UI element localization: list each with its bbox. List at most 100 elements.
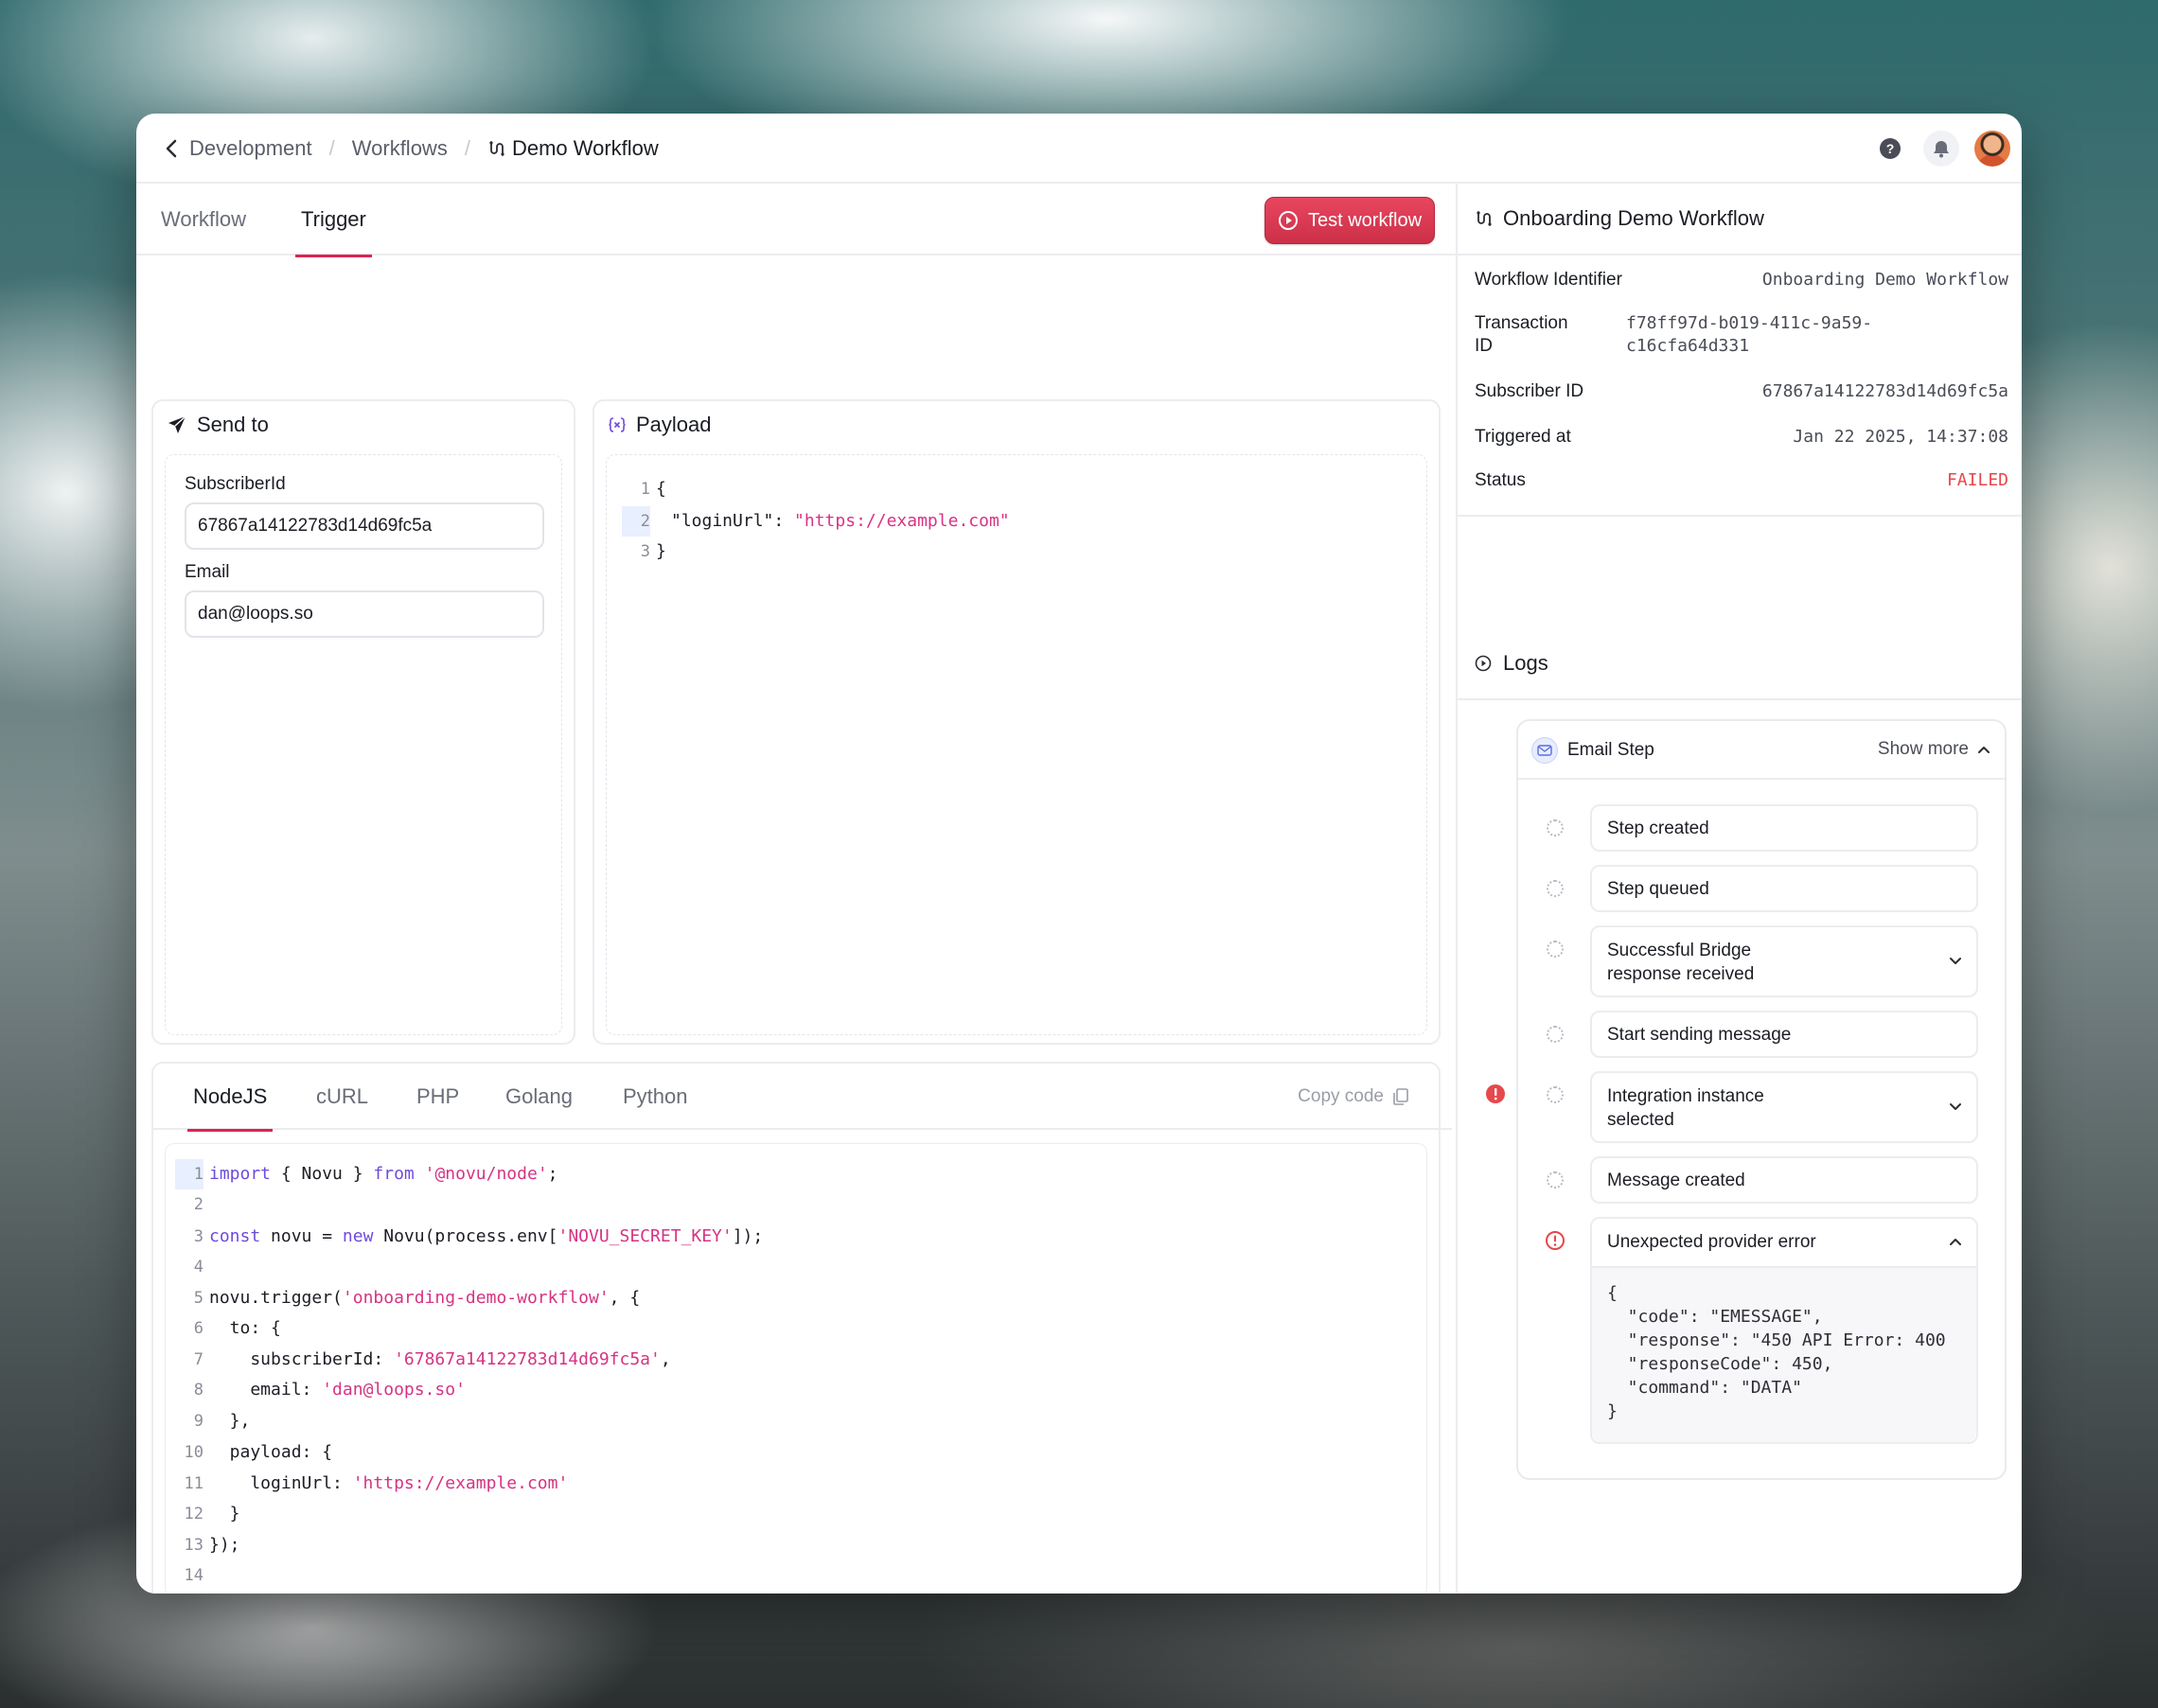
log-step-label: Successful Bridge response received	[1607, 939, 1754, 986]
transaction-id-value: f78ff97d-b019-411c-9a59- c16cfa64d331	[1626, 312, 1872, 358]
main-area: Workflow Trigger Test workflow Send to S…	[136, 184, 1456, 1594]
code-text: ;	[547, 1164, 558, 1184]
app-window: Development / Workflows / Demo Workflow …	[136, 114, 2022, 1594]
email-step-card: Email Step Show more Step created Step q…	[1486, 719, 2007, 1480]
email-field[interactable]: dan@loops.so	[185, 590, 544, 638]
code-text: ,	[660, 1349, 671, 1369]
line-number: 11	[184, 1474, 203, 1493]
help-icon[interactable]: ?	[1872, 131, 1908, 167]
test-workflow-label: Test workflow	[1307, 209, 1423, 231]
step-status-icon	[1547, 1026, 1564, 1043]
error-details: { "code": "EMESSAGE", "response": "450 A…	[1592, 1266, 1976, 1442]
subscriber-id-label: Subscriber ID	[1475, 381, 1584, 401]
avatar[interactable]	[1974, 131, 2010, 167]
code-text: ]);	[732, 1226, 764, 1246]
log-step-label: Step created	[1607, 819, 1709, 838]
triggered-at-label: Triggered at	[1475, 427, 1571, 447]
transaction-label-line: Transaction	[1475, 313, 1568, 333]
transaction-id-label: Transaction ID	[1475, 312, 1568, 358]
line-number: 4	[193, 1258, 203, 1277]
log-step-label-line: response received	[1607, 964, 1755, 984]
workflow-icon	[489, 141, 504, 156]
error-icon	[1486, 1084, 1505, 1103]
breadcrumb-current-label: Demo Workflow	[511, 136, 659, 160]
code-snippet-card: NodeJS cURL PHP Golang Python Copy code …	[151, 1062, 1452, 1594]
line-number: 1	[640, 480, 650, 499]
execution-panel: Onboarding Demo Workflow Workflow Identi…	[1456, 184, 2022, 1594]
line-number: 2	[193, 1195, 203, 1214]
line-number: 3	[193, 1227, 203, 1246]
code-keyword: const	[209, 1226, 261, 1246]
log-step[interactable]: Step queued	[1590, 865, 1978, 912]
log-step-error[interactable]: Unexpected provider error { "code": "EME…	[1590, 1217, 1978, 1444]
play-circle-icon	[1278, 211, 1298, 230]
send-to-inner: SubscriberId 67867a14122783d14d69fc5a Em…	[165, 454, 562, 1035]
code-text: loginUrl:	[209, 1473, 353, 1493]
log-step-label-line: selected	[1607, 1110, 1674, 1130]
workflow-identifier-value: Onboarding Demo Workflow	[1761, 270, 2008, 290]
code-keyword: new	[342, 1226, 374, 1246]
breadcrumb-workflows[interactable]: Workflows	[352, 136, 448, 161]
breadcrumb-separator: /	[464, 136, 470, 160]
tab-curl[interactable]: cURL	[316, 1064, 368, 1130]
code-line: 3}	[622, 537, 666, 567]
code-text: novu =	[260, 1226, 343, 1246]
code-key: "loginUrl":	[671, 511, 795, 531]
chevron-down-icon[interactable]	[1948, 954, 1963, 969]
panel-title: Onboarding Demo Workflow	[1475, 206, 1764, 231]
log-step[interactable]: Successful Bridge response received	[1590, 925, 1978, 997]
log-step-label: Start sending message	[1607, 1025, 1792, 1045]
test-workflow-button[interactable]: Test workflow	[1265, 197, 1435, 244]
email-step-icon	[1531, 737, 1558, 764]
line-number: 6	[193, 1319, 203, 1338]
show-more-label: Show more	[1877, 739, 1969, 759]
payload-editor[interactable]: 1{ 2 "loginUrl": "https://example.com" 3}	[606, 454, 1427, 1035]
logs-header: Logs	[1475, 651, 1548, 676]
transaction-label-line: ID	[1475, 336, 1493, 356]
code-text: novu.trigger(	[209, 1288, 343, 1308]
back-icon[interactable]	[157, 134, 186, 163]
breadcrumb-development[interactable]: Development	[189, 136, 312, 161]
breadcrumb-separator: /	[328, 136, 335, 160]
code-text: subscriberId:	[209, 1349, 395, 1369]
panel-title-label: Onboarding Demo Workflow	[1503, 206, 1764, 230]
status-badge: FAILED	[1946, 470, 2008, 490]
subscriber-id-input[interactable]: 67867a14122783d14d69fc5a	[185, 502, 544, 550]
line-number: 8	[193, 1381, 203, 1400]
send-to-header: Send to	[167, 413, 269, 437]
log-step[interactable]: Step created	[1590, 804, 1978, 852]
log-step[interactable]: Integration instance selected	[1590, 1071, 1978, 1143]
svg-text:?: ?	[1886, 141, 1895, 156]
line-number: 12	[184, 1505, 203, 1523]
email-label: Email	[185, 562, 230, 582]
tab-trigger[interactable]: Trigger	[295, 184, 372, 257]
chevron-up-icon[interactable]	[1948, 1234, 1963, 1249]
step-status-icon	[1547, 819, 1564, 836]
copy-code-button[interactable]: Copy code	[1298, 1086, 1410, 1107]
tab-workflow[interactable]: Workflow	[161, 184, 246, 255]
log-step[interactable]: Message created	[1590, 1156, 1978, 1204]
tab-nodejs[interactable]: NodeJS	[186, 1064, 274, 1132]
code-line: 2 "loginUrl": "https://example.com"	[622, 506, 1010, 537]
code-string: '@novu/node'	[424, 1164, 548, 1184]
bell-icon[interactable]	[1923, 131, 1959, 167]
code-viewer[interactable]: 1 import { Novu } from '@novu/node'; 2 3c…	[165, 1143, 1427, 1594]
show-more-button[interactable]: Show more	[1878, 739, 1991, 760]
code-text: });	[209, 1535, 240, 1555]
tab-golang[interactable]: Golang	[505, 1064, 573, 1130]
code-keyword: from	[373, 1164, 415, 1184]
variable-icon	[609, 417, 626, 432]
tab-python[interactable]: Python	[623, 1064, 688, 1130]
code-string: 'dan@loops.so'	[322, 1380, 466, 1400]
step-status-icon	[1547, 941, 1564, 958]
tab-php[interactable]: PHP	[416, 1064, 459, 1130]
code-string: 'onboarding-demo-workflow'	[342, 1288, 610, 1308]
transaction-id-line: f78ff97d-b019-411c-9a59-	[1626, 313, 1873, 333]
copy-code-label: Copy code	[1298, 1086, 1384, 1106]
line-number: 10	[184, 1443, 203, 1462]
workflow-icon	[1477, 211, 1492, 226]
code-text: , {	[609, 1288, 641, 1308]
log-step-label: Unexpected provider error	[1607, 1232, 1816, 1252]
chevron-down-icon[interactable]	[1948, 1100, 1963, 1115]
log-step[interactable]: Start sending message	[1590, 1011, 1978, 1058]
